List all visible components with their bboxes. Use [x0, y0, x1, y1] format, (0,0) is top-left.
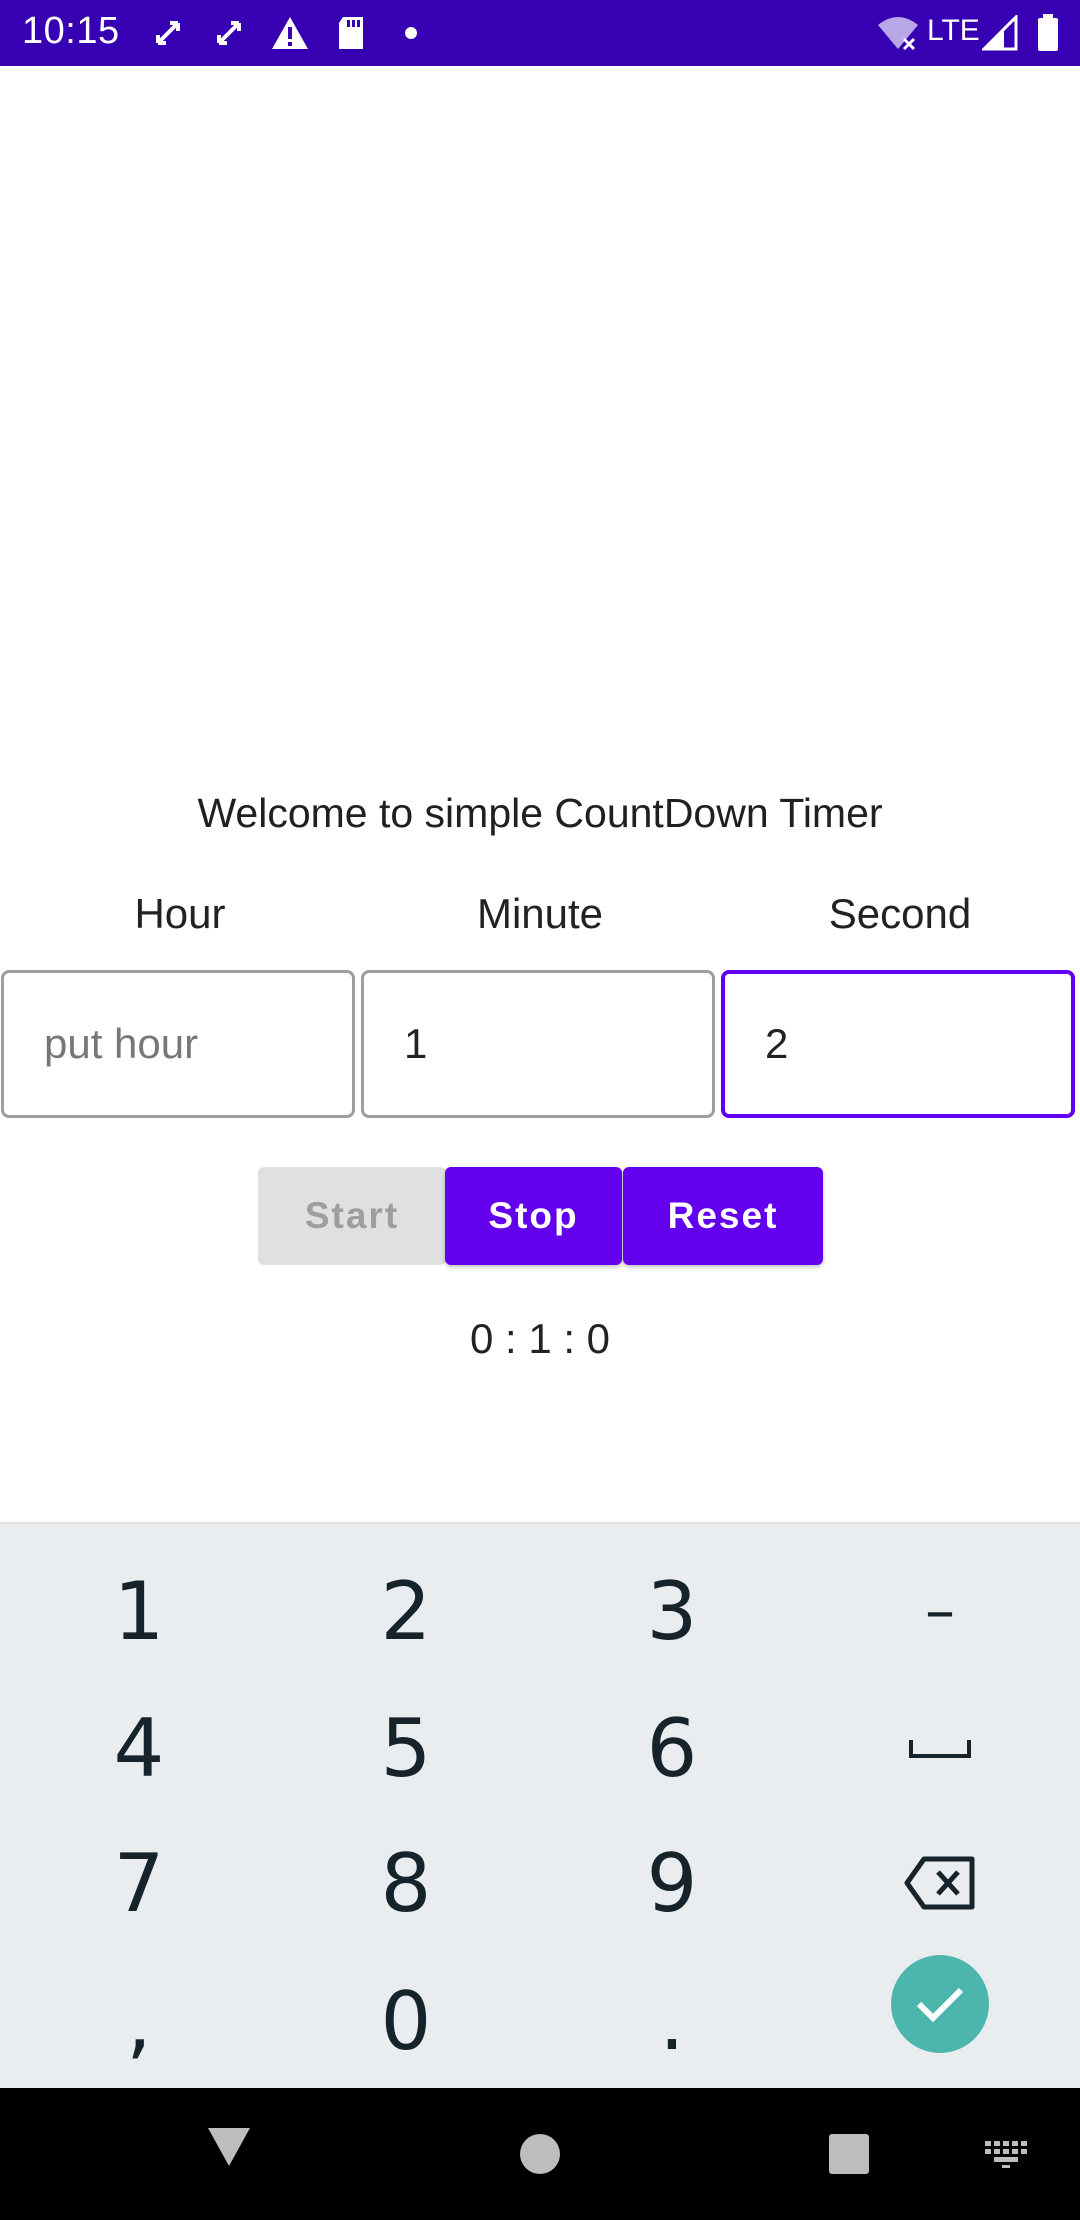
key-8[interactable]: 8: [271, 1815, 541, 1951]
key-9[interactable]: 9: [537, 1815, 807, 1951]
timer-readout: 0 : 1 : 0: [469, 1315, 611, 1362]
wifi-off-icon: [876, 14, 920, 52]
key-minus[interactable]: –: [805, 1543, 1075, 1679]
hour-input[interactable]: put hour: [1, 970, 355, 1118]
home-button[interactable]: [518, 2132, 562, 2181]
key-period[interactable]: .: [537, 1953, 807, 2089]
backspace-key[interactable]: [805, 1815, 1075, 1951]
home-icon: [520, 2134, 560, 2174]
back-button[interactable]: [206, 2126, 252, 2173]
space-icon: [909, 1740, 971, 1758]
recents-button[interactable]: [828, 2133, 870, 2180]
second-input[interactable]: 2: [721, 970, 1075, 1118]
key-5[interactable]: 5: [271, 1680, 541, 1816]
key-0[interactable]: 0: [271, 1953, 541, 2089]
second-value: 2: [765, 1020, 789, 1067]
back-icon: [208, 2128, 250, 2166]
key-2[interactable]: 2: [271, 1543, 541, 1679]
check-icon: [916, 1987, 964, 2023]
minute-input[interactable]: 1: [361, 970, 715, 1118]
stop-button[interactable]: Stop: [445, 1167, 622, 1265]
network-type: LTE: [927, 14, 980, 47]
space-key[interactable]: [805, 1680, 1075, 1816]
sync-icon: [152, 14, 184, 52]
second-label: Second: [828, 890, 972, 937]
keyboard-icon: [985, 2141, 1027, 2168]
recents-icon: [829, 2134, 869, 2174]
hour-placeholder: put hour: [44, 1020, 199, 1067]
key-6[interactable]: 6: [537, 1680, 807, 1816]
reset-button[interactable]: Reset: [623, 1167, 823, 1265]
dot-icon: [404, 14, 418, 52]
backspace-icon: [904, 1856, 975, 1910]
hour-label: Hour: [134, 890, 226, 937]
start-button[interactable]: Start: [258, 1167, 446, 1265]
key-1[interactable]: 1: [4, 1543, 274, 1679]
welcome-title: Welcome to simple CountDown Timer: [197, 790, 883, 836]
sd-card-icon: [335, 14, 367, 52]
warning-icon: [270, 14, 310, 52]
minute-label: Minute: [476, 890, 604, 937]
key-comma[interactable]: ,: [4, 1953, 274, 2089]
key-3[interactable]: 3: [537, 1543, 807, 1679]
keyboard-switch-button[interactable]: [984, 2140, 1030, 2175]
status-bar: 10:15 LTE: [0, 0, 1080, 66]
status-time: 10:15: [22, 10, 120, 52]
key-7[interactable]: 7: [4, 1815, 274, 1951]
key-4[interactable]: 4: [4, 1680, 274, 1816]
navigation-bar: [0, 2088, 1080, 2220]
sync-icon: [213, 14, 245, 52]
done-key[interactable]: [891, 1955, 989, 2053]
battery-icon: [1037, 14, 1059, 52]
signal-icon: [982, 14, 1018, 52]
minute-value: 1: [404, 1020, 428, 1067]
